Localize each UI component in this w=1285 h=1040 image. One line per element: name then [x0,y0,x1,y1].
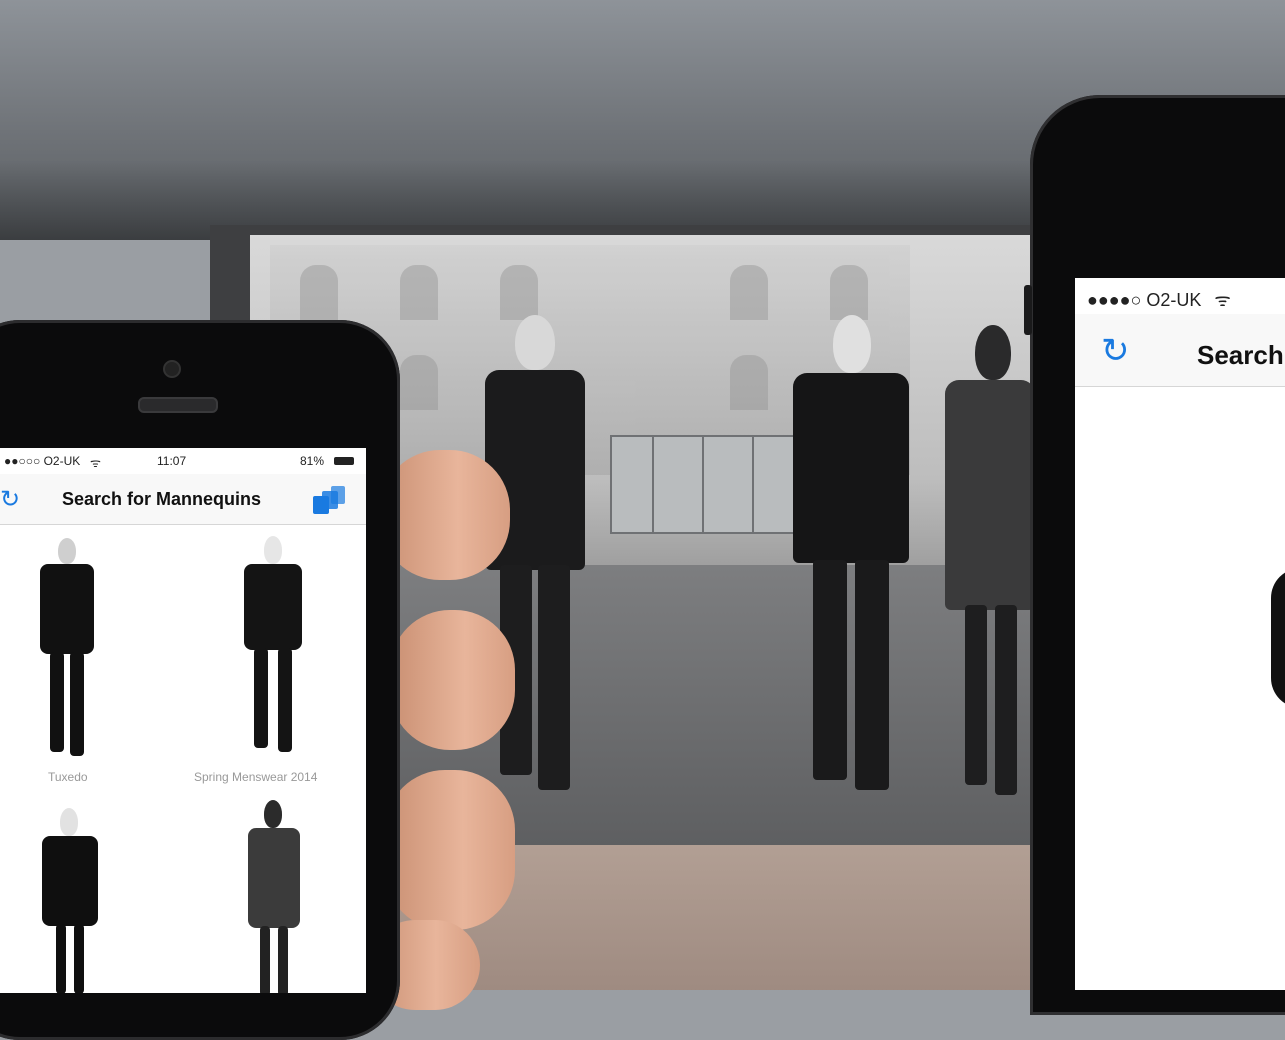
left-phone-screen: ●●○○○ O2-UK ᯤ 11:07 81% ↻ Search for Man… [0,448,366,993]
thumbnail-partial [1271,568,1285,708]
mannequin-thumbnail [40,808,100,993]
page-title: Search for Mannequins [62,489,262,509]
grid-item-trench[interactable] [186,800,346,993]
wifi-icon: ᯤ [90,456,101,470]
mannequin-peacoat [785,315,915,815]
refresh-icon[interactable]: ↻ [1101,334,1130,368]
clock: 11:07 [157,454,187,468]
stack-icon[interactable] [313,486,345,514]
side-button [1024,285,1032,335]
grid-item-spring-menswear[interactable]: Spring Menswear 2014 [186,528,346,788]
page-title: Search [1197,340,1284,370]
carrier-label: ●●○○○ O2-UK [4,454,81,468]
battery-percent: 81% [300,454,325,468]
carrier-label: ●●●●○ O2-UK [1087,290,1202,310]
refresh-icon[interactable]: ↻ [0,488,20,512]
earpiece-speaker [138,397,218,413]
mannequin-thumbnail [38,538,98,756]
item-label: Tuxedo [48,770,88,784]
wifi-icon: ᯤ [1214,290,1231,310]
item-label: Spring Menswear 2014 [194,770,318,784]
mannequin-thumbnail [244,536,304,752]
status-bar: ●●○○○ O2-UK ᯤ 11:07 81% [0,448,366,474]
grid-item-dress[interactable] [0,808,160,993]
battery-icon [334,457,354,465]
grid-item-tuxedo[interactable]: Tuxedo [0,528,160,788]
mannequin-thumbnail [244,800,304,993]
mannequin-trench [940,325,1040,815]
status-bar: ●●●●○ O2-UK ᯤ [1087,288,1231,312]
nav-bar: ↻ Search [1075,314,1285,387]
right-phone-screen: ●●●●○ O2-UK ᯤ ↻ Search [1075,278,1285,990]
front-camera [163,360,181,378]
nav-bar: ↻ Search for Mannequins [0,474,366,525]
